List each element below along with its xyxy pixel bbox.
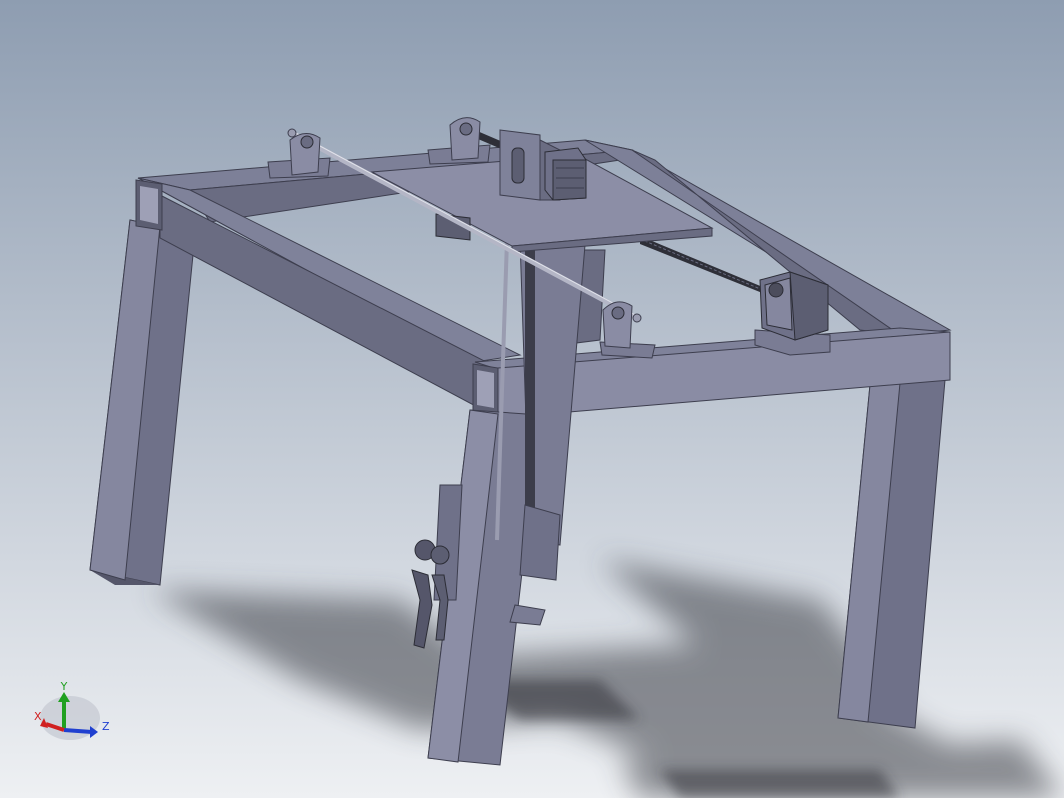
- z-lead-screw: [525, 245, 535, 545]
- stepper-motor-x[interactable]: [754, 271, 831, 356]
- z-axis-arrow: [63, 728, 93, 734]
- cad-viewport[interactable]: Y Z X: [0, 0, 1064, 798]
- model-canvas[interactable]: Y Z X: [0, 0, 1064, 798]
- triad-x-label: X: [34, 710, 42, 723]
- triad-z-label: Z: [102, 720, 110, 733]
- triad-y-label: Y: [60, 680, 68, 693]
- stepper-motor-y[interactable]: [544, 147, 587, 201]
